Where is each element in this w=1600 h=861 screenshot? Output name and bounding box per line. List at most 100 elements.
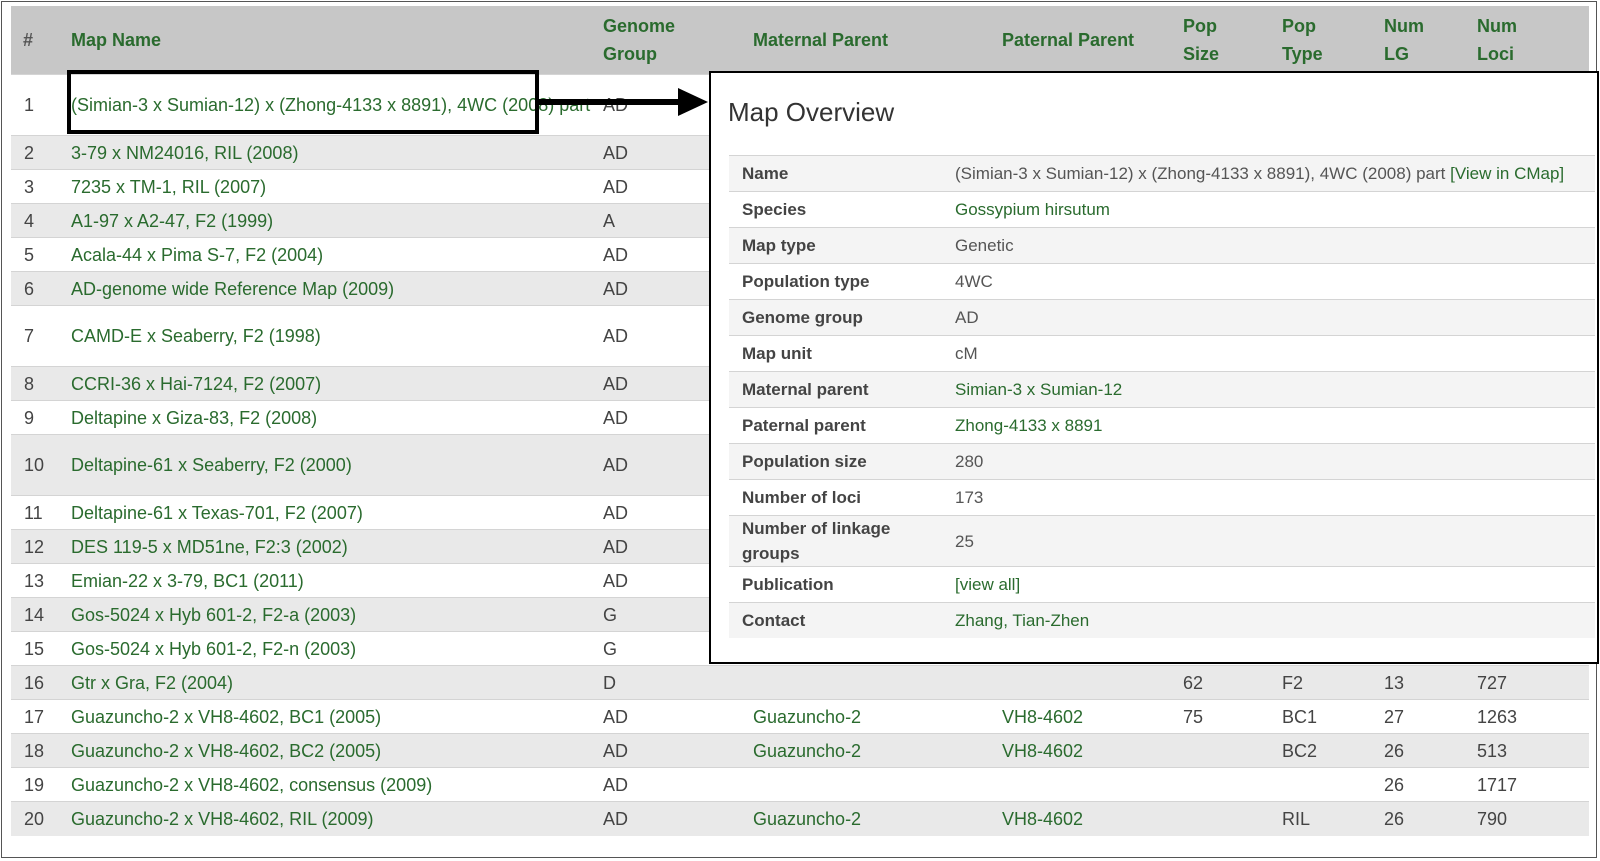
overview-label-paternal-parent: Paternal parent	[729, 407, 942, 444]
num-loci: 727	[1477, 665, 1589, 700]
overview-table: Name (Simian-3 x Sumian-12) x (Zhong-413…	[729, 155, 1595, 638]
maternal-parent-link[interactable]: Guazuncho-2	[753, 707, 861, 727]
col-header-pop-size-line2: Size	[1183, 44, 1220, 64]
overview-row-map-type: Map type Genetic	[729, 227, 1595, 264]
map-name-link[interactable]: Deltapine-61 x Seaberry, F2 (2000)	[71, 455, 352, 475]
map-name: A1-97 x A2-47, F2 (1999)	[71, 203, 603, 238]
row-index: 17	[11, 699, 71, 734]
genome-group: AD	[603, 767, 753, 802]
paternal-parent-link[interactable]: VH8-4602	[1002, 741, 1083, 761]
paternal-parent	[1002, 665, 1183, 700]
map-name-link[interactable]: 7235 x TM-1, RIL (2007)	[71, 177, 266, 197]
genome-group: AD	[603, 699, 753, 734]
col-header-pop-type[interactable]: Pop Type	[1282, 6, 1384, 75]
overview-row-publication: Publication [view all]	[729, 566, 1595, 603]
map-name: DES 119-5 x MD51ne, F2:3 (2002)	[71, 529, 603, 564]
overview-value-publication: [view all]	[942, 566, 1595, 603]
overview-row-paternal-parent: Paternal parent Zhong-4133 x 8891	[729, 407, 1595, 444]
row-index: 18	[11, 733, 71, 768]
overview-value-contact: Zhang, Tian-Zhen	[942, 602, 1595, 638]
maternal-parent	[753, 665, 1002, 700]
row-index: 4	[11, 203, 71, 238]
row-index: 5	[11, 237, 71, 272]
pop-type: BC2	[1282, 733, 1384, 768]
overview-value-population-type: 4WC	[942, 263, 1595, 300]
col-header-num-lg[interactable]: Num LG	[1384, 6, 1477, 75]
publication-view-all-link[interactable]: [view all]	[955, 575, 1020, 594]
map-name-link[interactable]: Gtr x Gra, F2 (2004)	[71, 673, 233, 693]
highlight-box	[67, 70, 539, 134]
map-name-link[interactable]: Guazuncho-2 x VH8-4602, RIL (2009)	[71, 809, 374, 829]
map-name-link[interactable]: CCRI-36 x Hai-7124, F2 (2007)	[71, 374, 321, 394]
map-name: Gtr x Gra, F2 (2004)	[71, 665, 603, 700]
map-name-link[interactable]: Guazuncho-2 x VH8-4602, consensus (2009)	[71, 775, 432, 795]
overview-value-linkage-groups: 25	[942, 515, 1595, 567]
paternal-parent-link[interactable]: VH8-4602	[1002, 809, 1083, 829]
overview-label-map-unit: Map unit	[729, 335, 942, 372]
col-header-maternal-parent[interactable]: Maternal Parent	[753, 6, 1002, 75]
col-header-pop-type-line1: Pop	[1282, 16, 1316, 36]
col-header-genome-group[interactable]: Genome Group	[603, 6, 753, 75]
paternal-parent-link[interactable]: Zhong-4133 x 8891	[955, 416, 1102, 435]
pop-size	[1183, 767, 1282, 802]
map-name: Guazuncho-2 x VH8-4602, BC2 (2005)	[71, 733, 603, 768]
species-link[interactable]: Gossypium hirsutum	[955, 200, 1110, 219]
num-loci: 790	[1477, 801, 1589, 836]
row-index: 11	[11, 495, 71, 530]
overview-row-linkage-groups: Number of linkage groups 25	[729, 515, 1595, 567]
pop-type: F2	[1282, 665, 1384, 700]
pop-type: RIL	[1282, 801, 1384, 836]
overview-row-maternal-parent: Maternal parent Simian-3 x Sumian-12	[729, 371, 1595, 408]
map-name-link[interactable]: Deltapine-61 x Texas-701, F2 (2007)	[71, 503, 363, 523]
map-name-link[interactable]: Acala-44 x Pima S-7, F2 (2004)	[71, 245, 323, 265]
col-header-paternal-parent[interactable]: Paternal Parent	[1002, 6, 1183, 75]
col-header-map-name[interactable]: Map Name	[71, 6, 603, 75]
maternal-parent-link[interactable]: Simian-3 x Sumian-12	[955, 380, 1122, 399]
col-header-num-lg-line1: Num	[1384, 16, 1424, 36]
maternal-parent-link[interactable]: Guazuncho-2	[753, 741, 861, 761]
overview-value-paternal-parent: Zhong-4133 x 8891	[942, 407, 1595, 444]
overview-name-text: (Simian-3 x Sumian-12) x (Zhong-4133 x 8…	[955, 164, 1446, 183]
map-name-link[interactable]: Guazuncho-2 x VH8-4602, BC1 (2005)	[71, 707, 381, 727]
pop-size: 75	[1183, 699, 1282, 734]
map-name: AD-genome wide Reference Map (2009)	[71, 271, 603, 306]
map-name-link[interactable]: Emian-22 x 3-79, BC1 (2011)	[71, 571, 304, 591]
row-index: 10	[11, 434, 71, 496]
col-header-num-loci[interactable]: Num Loci	[1477, 6, 1589, 75]
map-name-link[interactable]: CAMD-E x Seaberry, F2 (1998)	[71, 326, 321, 346]
maternal-parent: Guazuncho-2	[753, 699, 1002, 734]
overview-label-publication: Publication	[729, 566, 942, 603]
map-name: Guazuncho-2 x VH8-4602, consensus (2009)	[71, 767, 603, 802]
col-header-number[interactable]: #	[11, 6, 71, 75]
col-header-genome-group-line1: Genome	[603, 16, 676, 36]
map-name-link[interactable]: Guazuncho-2 x VH8-4602, BC2 (2005)	[71, 741, 381, 761]
map-name-link[interactable]: Deltapine x Giza-83, F2 (2008)	[71, 408, 317, 428]
overview-label-number-of-loci: Number of loci	[729, 479, 942, 516]
maternal-parent-link[interactable]: Guazuncho-2	[753, 809, 861, 829]
callout-arrow-head	[678, 88, 708, 116]
map-name-link[interactable]: Gos-5024 x Hyb 601-2, F2-n (2003)	[71, 639, 356, 659]
col-header-pop-size[interactable]: Pop Size	[1183, 6, 1282, 75]
col-header-num-loci-line2: Loci	[1477, 44, 1515, 64]
pop-size: 62	[1183, 665, 1282, 700]
map-name-link[interactable]: Gos-5024 x Hyb 601-2, F2-a (2003)	[71, 605, 356, 625]
overview-value-map-unit: cM	[942, 335, 1595, 372]
map-name-link[interactable]: DES 119-5 x MD51ne, F2:3 (2002)	[71, 537, 348, 557]
map-name-link[interactable]: AD-genome wide Reference Map (2009)	[71, 279, 394, 299]
col-header-num-loci-line1: Num	[1477, 16, 1517, 36]
num-loci: 513	[1477, 733, 1589, 768]
overview-row-genome-group: Genome group AD	[729, 299, 1595, 336]
paternal-parent: VH8-4602	[1002, 733, 1183, 768]
paternal-parent-link[interactable]: VH8-4602	[1002, 707, 1083, 727]
map-name-link[interactable]: A1-97 x A2-47, F2 (1999)	[71, 211, 273, 231]
map-name: Deltapine x Giza-83, F2 (2008)	[71, 400, 603, 435]
maternal-parent: Guazuncho-2	[753, 801, 1002, 836]
row-index: 1	[11, 74, 71, 136]
overview-row-contact: Contact Zhang, Tian-Zhen	[729, 602, 1595, 638]
map-name-link[interactable]: 3-79 x NM24016, RIL (2008)	[71, 143, 298, 163]
table-row: 17 Guazuncho-2 x VH8-4602, BC1 (2005) AD Gu…	[11, 699, 1589, 734]
view-in-cmap-link[interactable]: [View in CMap]	[1450, 164, 1564, 183]
col-header-pop-type-line2: Type	[1282, 44, 1323, 64]
pop-size	[1183, 801, 1282, 836]
contact-link[interactable]: Zhang, Tian-Zhen	[955, 611, 1089, 630]
